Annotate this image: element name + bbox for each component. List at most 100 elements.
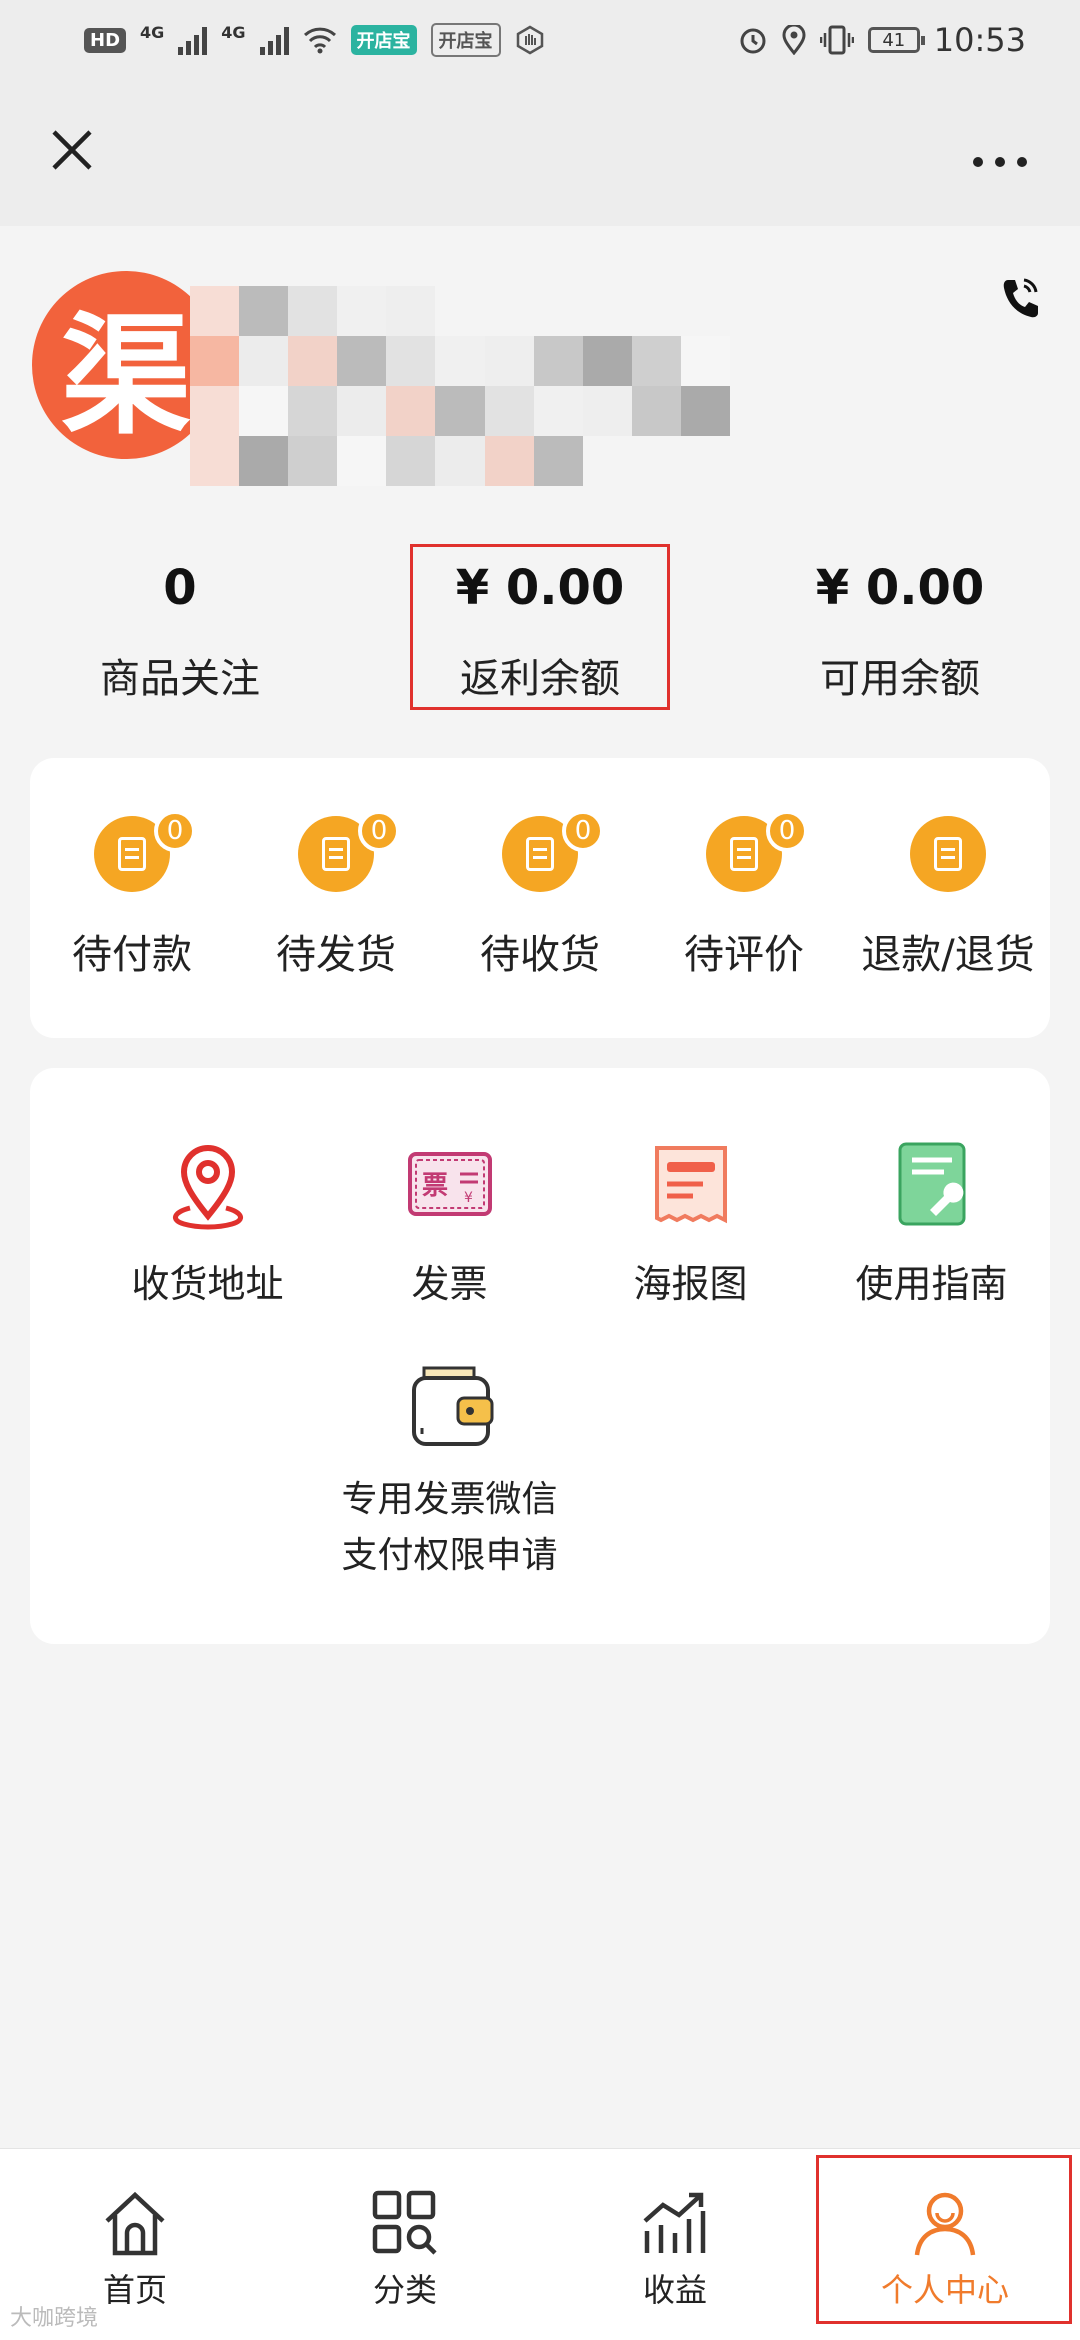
signal-icon-1 bbox=[178, 25, 208, 55]
service-label-line1: 专用发票微信 bbox=[341, 1479, 558, 1520]
service-label: 发票 bbox=[411, 1262, 488, 1306]
avatar-text: 渠 bbox=[60, 300, 191, 452]
watermark: 大咖跨境 bbox=[10, 2300, 98, 2332]
blur-pixel bbox=[435, 436, 485, 486]
stat-followed-products[interactable]: 0 商品关注 bbox=[0, 540, 360, 710]
blur-pixel bbox=[435, 386, 485, 436]
blur-pixel bbox=[631, 336, 681, 386]
service-wechat-pay-permission[interactable]: 专用发票微信 支付权限申请 bbox=[322, 1358, 577, 1584]
blur-pixel bbox=[190, 436, 240, 486]
stat-value: 0 bbox=[163, 560, 197, 616]
service-label: 专用发票微信 支付权限申请 bbox=[341, 1472, 557, 1584]
service-label: 海报图 bbox=[633, 1262, 748, 1306]
blur-pixel bbox=[337, 336, 387, 386]
blur-pixel bbox=[435, 286, 485, 336]
blur-pixel bbox=[190, 336, 240, 386]
clock: 10:53 bbox=[933, 21, 1026, 59]
blur-pixel bbox=[288, 286, 338, 336]
alarm-icon bbox=[740, 28, 766, 54]
status-bar: HD 4G 4G 开店宝 开店宝 41 10:53 bbox=[0, 0, 1080, 80]
blur-pixel bbox=[680, 436, 730, 486]
category-icon bbox=[372, 2190, 437, 2255]
blur-pixel bbox=[631, 436, 681, 486]
tab-category[interactable]: 分类 bbox=[270, 2149, 540, 2340]
top-nav bbox=[0, 80, 1080, 226]
more-icon bbox=[973, 157, 1027, 167]
account-stats: 0 商品关注 ¥ 0.00 返利余额 ¥ 0.00 可用余额 bbox=[0, 540, 1080, 710]
blur-pixel bbox=[533, 386, 583, 436]
service-label-line2: 支付权限申请 bbox=[341, 1535, 558, 1576]
blur-pixel bbox=[582, 436, 632, 486]
status-right: 41 10:53 bbox=[738, 21, 1026, 59]
status-left: HD 4G 4G 开店宝 开店宝 bbox=[84, 23, 545, 57]
stat-available-balance[interactable]: ¥ 0.00 可用余额 bbox=[720, 540, 1080, 710]
blur-pixel bbox=[239, 336, 289, 386]
blur-pixel bbox=[582, 286, 632, 336]
services-card: 收货地址 票 ¥ 发票 海报图 使用指南 专用发票微信 支付权限申请 bbox=[30, 1068, 1050, 1644]
tab-label: 收益 bbox=[642, 2271, 707, 2309]
order-label: 待发货 bbox=[276, 932, 396, 978]
network-type-1: 4G bbox=[140, 23, 165, 42]
phone-icon[interactable] bbox=[1000, 276, 1040, 320]
order-pending-review[interactable]: 0 待评价 bbox=[642, 758, 846, 1038]
blur-pixel bbox=[288, 436, 338, 486]
order-pending-shipment[interactable]: 0 待发货 bbox=[234, 758, 438, 1038]
network-type-2: 4G bbox=[221, 23, 246, 42]
profile-header: 渠 bbox=[0, 226, 1080, 506]
stat-label: 返利余额 bbox=[460, 656, 620, 702]
bottom-tab-bar: 首页 分类 收益 个人中心 大咖跨境 bbox=[0, 2148, 1080, 2340]
vibrate-icon bbox=[819, 25, 854, 55]
location-icon bbox=[782, 25, 806, 55]
blur-pixel bbox=[582, 336, 632, 386]
blur-pixel bbox=[386, 286, 436, 336]
blur-pixel bbox=[288, 386, 338, 436]
stat-rebate-balance[interactable]: ¥ 0.00 返利余额 bbox=[360, 540, 720, 710]
svg-text:¥: ¥ bbox=[464, 1190, 473, 1206]
wallet-icon bbox=[411, 1366, 493, 1446]
order-count-badge: 0 bbox=[766, 810, 808, 852]
blur-pixel bbox=[337, 286, 387, 336]
blur-pixel bbox=[435, 336, 485, 386]
tab-label: 首页 bbox=[102, 2271, 167, 2309]
blur-pixel bbox=[386, 386, 436, 436]
order-document-icon: 0 bbox=[298, 810, 400, 892]
close-button[interactable] bbox=[40, 121, 104, 185]
stat-label: 可用余额 bbox=[820, 656, 980, 702]
stat-value: ¥ 0.00 bbox=[455, 560, 625, 616]
blur-pixel bbox=[190, 386, 240, 436]
order-label: 待收货 bbox=[480, 932, 600, 978]
order-count-badge: 0 bbox=[562, 810, 604, 852]
poster-icon bbox=[654, 1146, 727, 1224]
tab-label: 个人中心 bbox=[880, 2271, 1009, 2309]
order-pending-receipt[interactable]: 0 待收货 bbox=[438, 758, 642, 1038]
service-shipping-address[interactable]: 收货地址 bbox=[80, 1136, 335, 1313]
blur-pixel bbox=[386, 436, 436, 486]
order-document-icon: 0 bbox=[502, 810, 604, 892]
blurred-username bbox=[190, 286, 730, 486]
service-user-guide[interactable]: 使用指南 bbox=[804, 1136, 1059, 1313]
order-document-icon bbox=[910, 816, 986, 892]
order-count-badge: 0 bbox=[358, 810, 400, 852]
service-label: 收货地址 bbox=[131, 1262, 284, 1306]
order-pending-payment[interactable]: 0 待付款 bbox=[30, 758, 234, 1038]
stat-value: ¥ 0.00 bbox=[815, 560, 985, 616]
tab-personal-center[interactable]: 个人中心 bbox=[810, 2149, 1080, 2340]
tab-earnings[interactable]: 收益 bbox=[540, 2149, 810, 2340]
order-label: 待付款 bbox=[72, 932, 192, 978]
service-label: 使用指南 bbox=[855, 1262, 1008, 1306]
earnings-icon bbox=[643, 2192, 706, 2253]
blur-pixel bbox=[337, 436, 387, 486]
watermark-text: 大咖跨境 bbox=[10, 2306, 99, 2331]
service-poster[interactable]: 海报图 bbox=[563, 1136, 818, 1313]
blur-pixel bbox=[386, 336, 436, 386]
blur-pixel bbox=[631, 386, 681, 436]
order-document-icon: 0 bbox=[706, 810, 808, 892]
more-button[interactable] bbox=[960, 125, 1040, 181]
blur-pixel bbox=[190, 286, 240, 336]
blur-pixel bbox=[484, 436, 534, 486]
user-icon bbox=[914, 2192, 976, 2256]
order-refund-return[interactable]: 退款/退货 bbox=[846, 758, 1050, 1038]
app-notification-icon: 开店宝 bbox=[350, 25, 417, 55]
service-invoice[interactable]: 票 ¥ 发票 bbox=[322, 1136, 577, 1313]
blur-pixel bbox=[239, 436, 289, 486]
